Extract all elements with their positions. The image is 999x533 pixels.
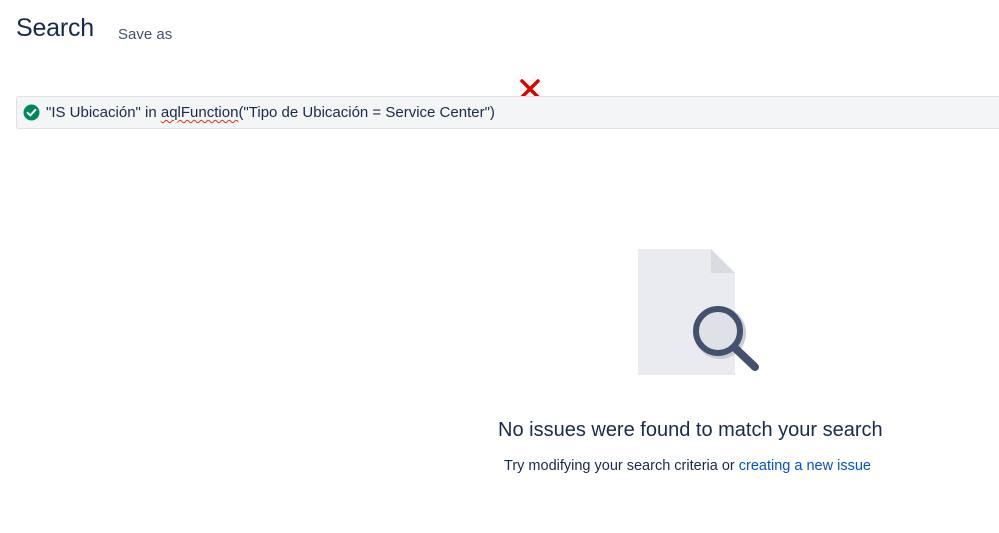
- create-issue-link[interactable]: creating a new issue: [739, 458, 871, 474]
- query-function-name: aqlFunction: [160, 104, 239, 121]
- jql-query-input[interactable]: "IS Ubicación" in aqlFunction("Tipo de U…: [16, 96, 999, 129]
- check-circle-icon: [23, 104, 40, 121]
- empty-state-hint: Try modifying your search criteria or: [504, 458, 739, 474]
- document-search-icon: [638, 249, 759, 375]
- search-page: Search Save as "IS Ubicación" in aqlFunc…: [0, 0, 999, 533]
- query-function-args: ("Tipo de Ubicación = Service Center"): [238, 104, 495, 121]
- query-clause: "IS Ubicación" in: [46, 104, 161, 121]
- empty-state-title: No issues were found to match your searc…: [498, 419, 883, 441]
- page-title: Search: [16, 14, 95, 42]
- empty-state-subtitle: Try modifying your search criteria or cr…: [504, 458, 871, 474]
- save-as-button[interactable]: Save as: [112, 23, 178, 47]
- jql-query-text: "IS Ubicación" in aqlFunction("Tipo de U…: [46, 104, 495, 122]
